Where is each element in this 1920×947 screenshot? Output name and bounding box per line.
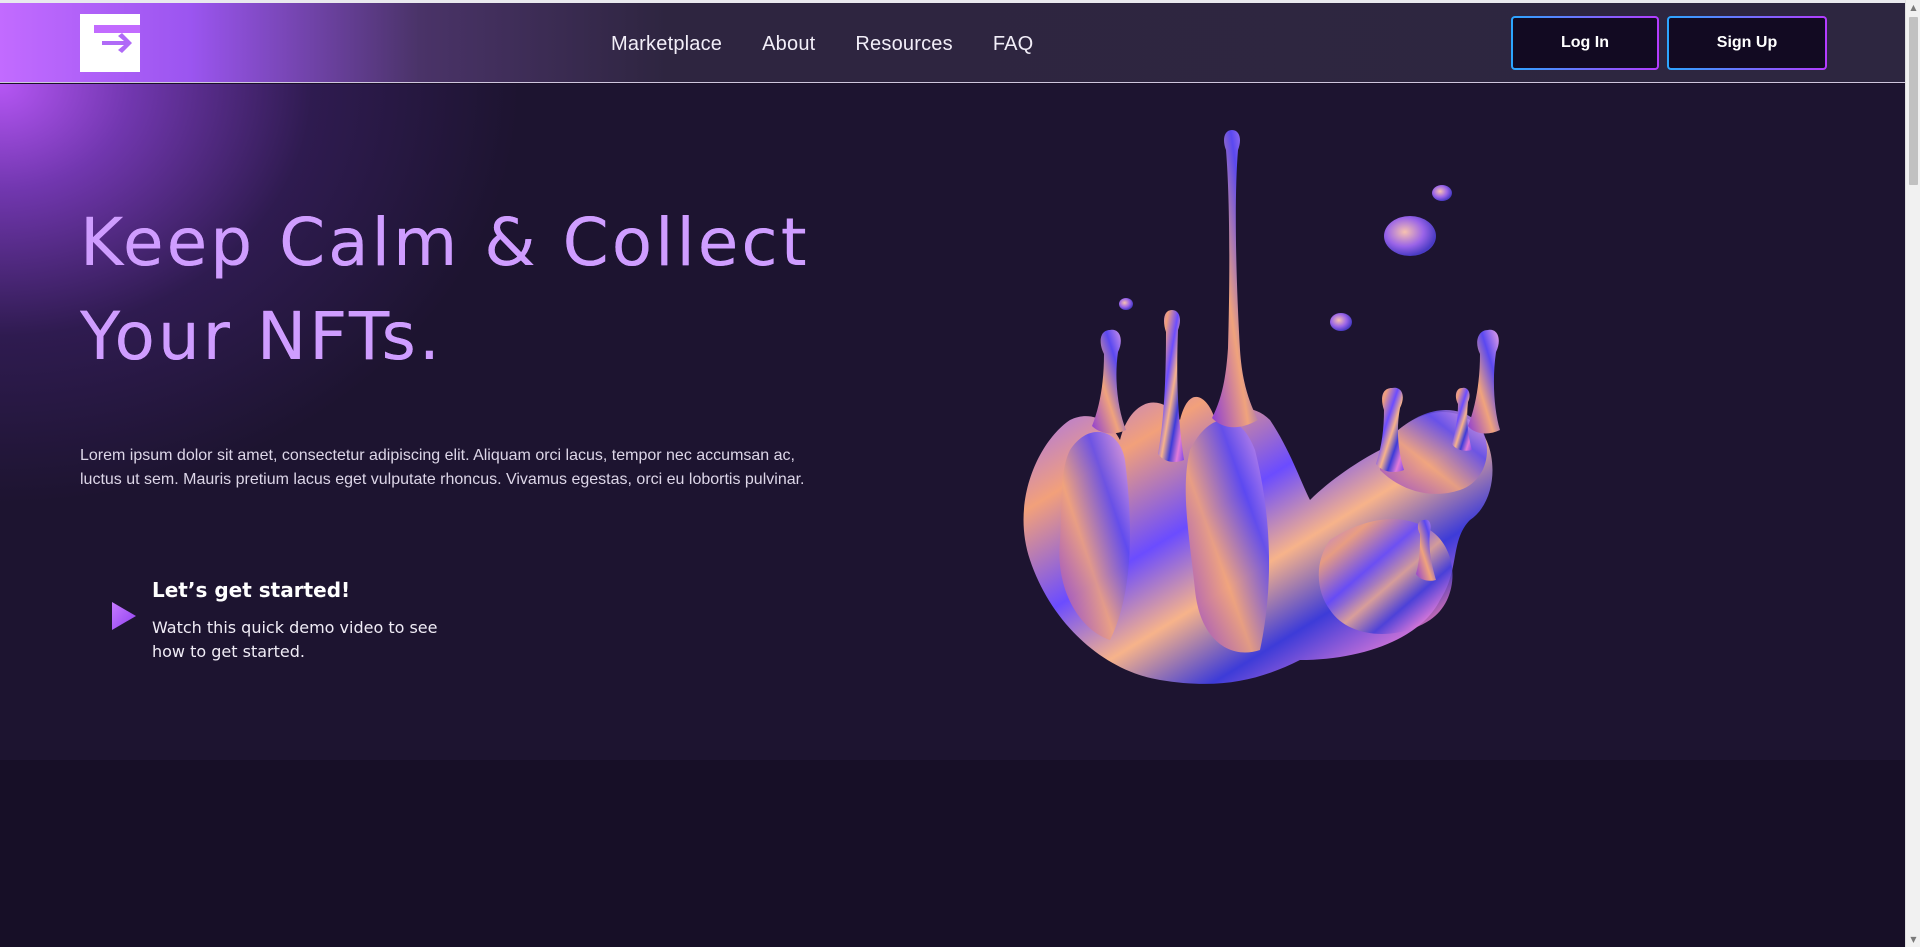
page: Marketplace About Resources FAQ Log In S… xyxy=(0,0,1905,947)
play-icon[interactable] xyxy=(102,596,142,636)
hero-title: Keep Calm & Collect Your NFTs. xyxy=(80,196,840,384)
login-button[interactable]: Log In xyxy=(1511,16,1659,70)
cta-title: Let’s get started! xyxy=(152,578,351,602)
nav-resources[interactable]: Resources xyxy=(855,33,952,56)
logo-icon[interactable] xyxy=(80,14,140,72)
scroll-down-arrow-icon[interactable]: ▼ xyxy=(1906,932,1920,947)
nav-about[interactable]: About xyxy=(762,33,815,56)
scroll-up-arrow-icon[interactable]: ▲ xyxy=(1906,0,1920,15)
liquid-splash-image xyxy=(1000,120,1590,710)
cta-text: Watch this quick demo video to see how t… xyxy=(152,618,438,661)
demo-video-cta[interactable]: Let’s get started! Watch this quick demo… xyxy=(80,574,500,674)
site-header: Marketplace About Resources FAQ Log In S… xyxy=(0,3,1905,83)
hero-title-line-2: Your NFTs. xyxy=(80,298,443,375)
hero-title-line-1: Keep Calm & Collect xyxy=(80,204,810,281)
nav-faq[interactable]: FAQ xyxy=(993,33,1034,56)
lower-section xyxy=(0,760,1905,947)
hero-description: Lorem ipsum dolor sit amet, consectetur … xyxy=(80,447,805,488)
main-nav: Marketplace About Resources FAQ xyxy=(611,29,1033,59)
nav-marketplace[interactable]: Marketplace xyxy=(611,33,722,56)
signup-button[interactable]: Sign Up xyxy=(1667,16,1827,70)
hero-section xyxy=(0,84,1905,947)
scrollbar-thumb[interactable] xyxy=(1909,17,1918,185)
vertical-scrollbar[interactable]: ▲ ▼ xyxy=(1905,0,1920,947)
